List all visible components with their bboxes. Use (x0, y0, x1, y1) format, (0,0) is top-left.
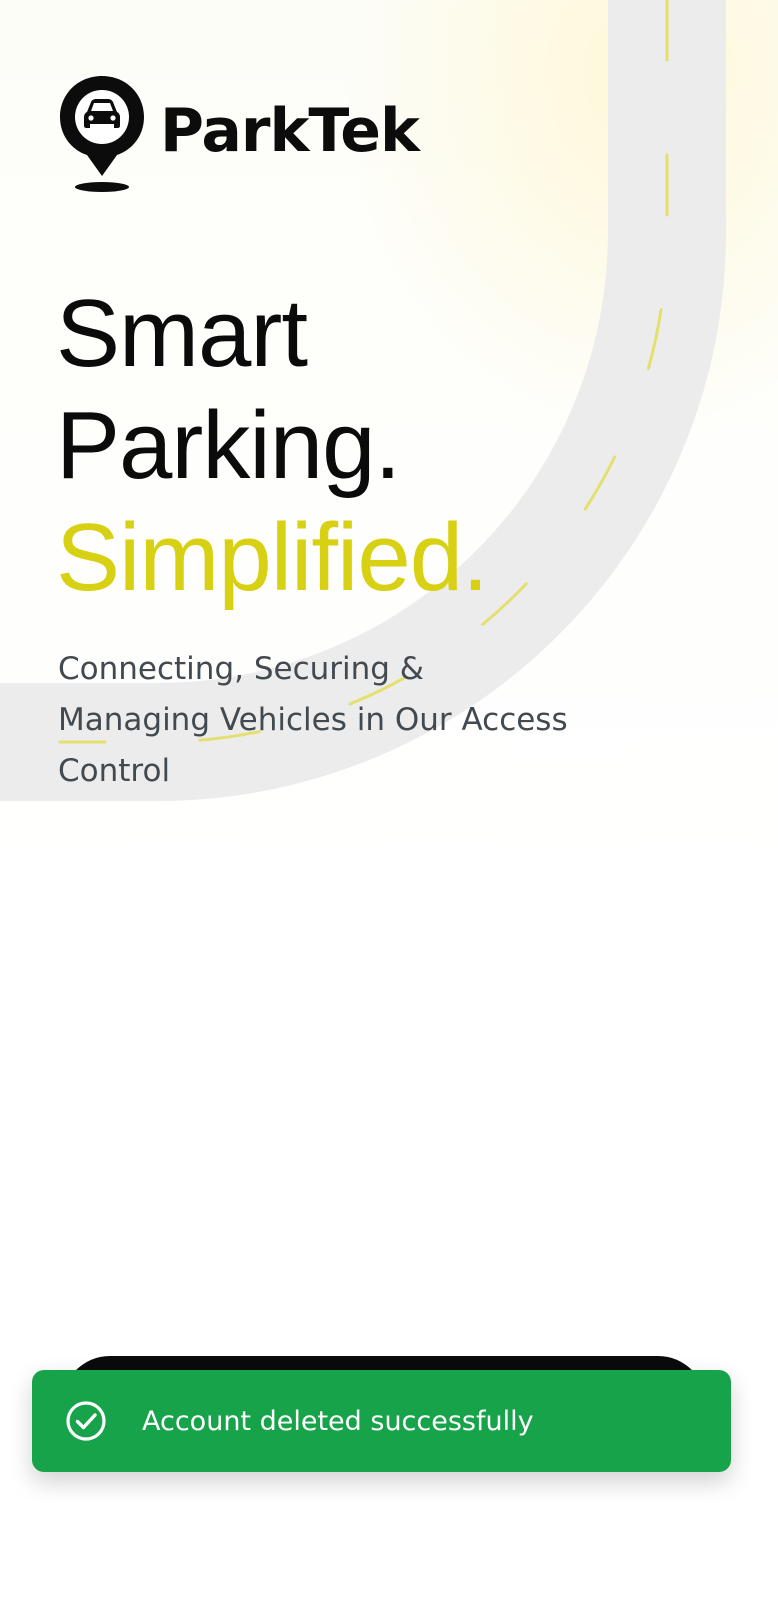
check-circle-icon (66, 1401, 106, 1441)
hero-subtitle: Connecting, Securing & Managing Vehicles… (58, 651, 568, 789)
headline-line-smart: Smart (56, 280, 308, 387)
headline-line-parking: Parking. (56, 392, 401, 499)
brand-logo: ParkTek (58, 72, 420, 196)
success-toast[interactable]: Account deleted successfully (32, 1370, 731, 1472)
headline-line-simplified: Simplified. (56, 504, 489, 611)
brand-name: ParkTek (160, 96, 420, 166)
location-pin-car-icon (60, 76, 144, 192)
toast-message: Account deleted successfully (142, 1405, 534, 1437)
hero-headline: Smart Parking. Simplified. (56, 278, 489, 614)
